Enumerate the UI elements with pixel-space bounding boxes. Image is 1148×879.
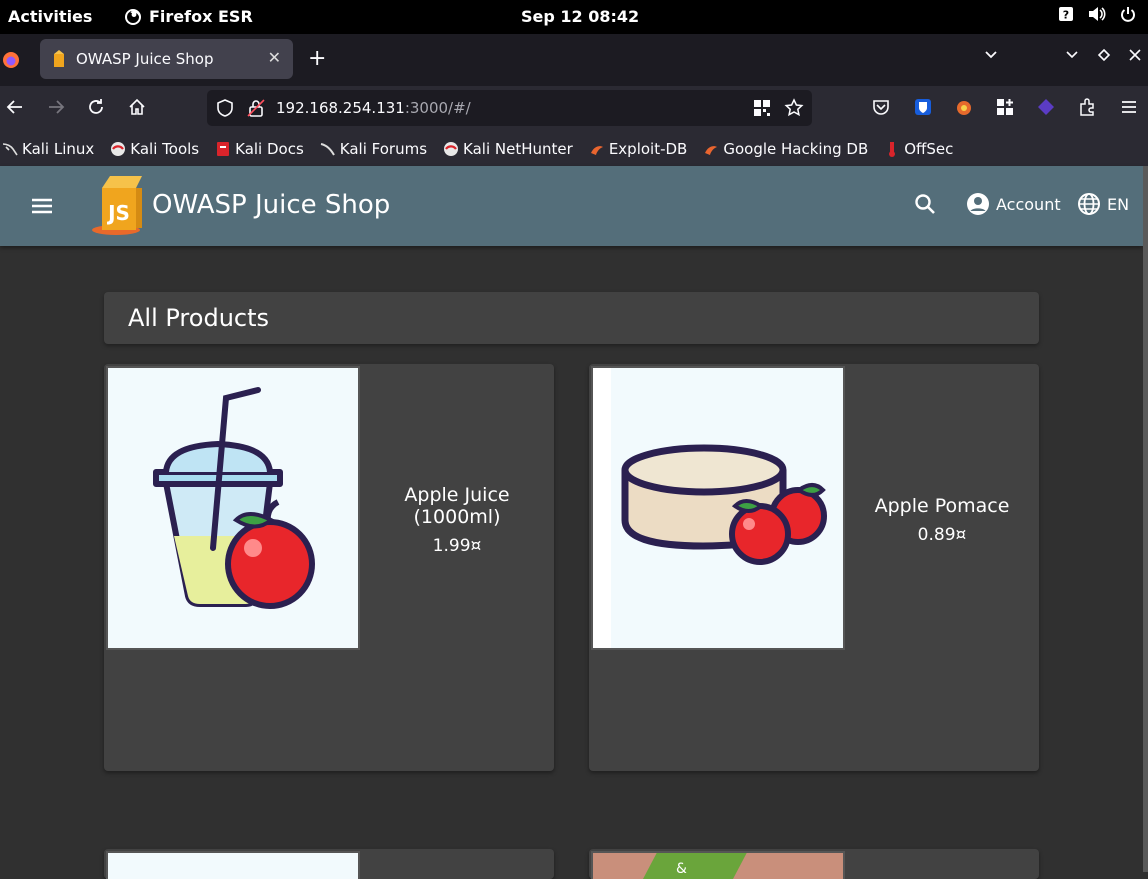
juice-shop-favicon <box>54 50 64 67</box>
language-label: EN <box>1107 194 1130 214</box>
extensions-puzzle-icon[interactable] <box>1078 98 1096 116</box>
product-image[interactable] <box>106 851 360 879</box>
extension-foxy-icon[interactable] <box>955 98 973 116</box>
product-name: Apple Juice (1000ml) <box>404 484 510 528</box>
firefox-icon <box>125 8 141 25</box>
reload-icon[interactable] <box>87 98 105 116</box>
section-title: All Products <box>128 304 270 332</box>
product-card-apple-pomace[interactable]: Apple Pomace 0.89¤ <box>589 364 1039 771</box>
close-window-icon[interactable] <box>1128 48 1142 62</box>
home-icon[interactable] <box>128 98 146 116</box>
hamburger-menu-icon[interactable] <box>1120 98 1138 116</box>
product-card-apple-juice[interactable]: Apple Juice (1000ml) 1.99¤ <box>104 364 554 771</box>
pocket-icon[interactable] <box>872 98 890 116</box>
language-button[interactable]: EN <box>1077 192 1129 216</box>
kali-nethunter-icon <box>444 142 459 156</box>
kali-docs-icon <box>217 142 230 156</box>
url-text: 192.168.254.131:3000/#/ <box>276 99 471 117</box>
ghdb-icon <box>705 146 718 155</box>
kali-tools-icon <box>111 142 126 156</box>
help-icon: ? <box>1059 7 1073 22</box>
exploit-db-icon <box>590 146 603 155</box>
bookmark-kali-tools[interactable]: Kali Tools <box>110 140 199 158</box>
svg-text:?: ? <box>1063 9 1069 22</box>
os-top-bar: Activities Firefox ESR Sep 12 08:42 ? <box>0 0 1148 34</box>
tab-juice-shop[interactable]: OWASP Juice Shop ✕ <box>40 39 293 79</box>
kali-dragon-icon <box>2 143 18 156</box>
apple-juice-image <box>108 368 358 648</box>
extension-purple-icon[interactable] <box>1037 98 1055 116</box>
extensions-grid-icon[interactable] <box>996 98 1014 116</box>
firefox-view-icon[interactable] <box>2 51 20 69</box>
product-price: 1.99¤ <box>432 536 482 556</box>
product-image[interactable] <box>591 366 845 650</box>
app-menu[interactable]: Firefox ESR <box>124 7 253 26</box>
new-tab-button[interactable]: + <box>308 46 326 71</box>
product-image[interactable] <box>106 366 360 650</box>
power-icon <box>1121 7 1135 22</box>
sold-out-ribbon-image: & <box>643 849 749 879</box>
maximize-icon[interactable] <box>1097 48 1111 62</box>
app-toolbar: JS OWASP Juice Shop Account EN <box>0 166 1143 246</box>
close-tab-icon[interactable]: ✕ <box>268 48 281 67</box>
navigation-bar: 192.168.254.131:3000/#/ <box>0 86 1148 132</box>
bookmark-kali-docs[interactable]: Kali Docs <box>215 140 304 158</box>
app-name: Firefox ESR <box>149 7 253 26</box>
kali-forums-icon <box>320 143 335 156</box>
bookmark-kali-forums[interactable]: Kali Forums <box>320 140 427 158</box>
app-title[interactable]: OWASP Juice Shop <box>152 190 390 220</box>
back-icon[interactable] <box>6 98 24 116</box>
volume-icon <box>1089 7 1106 21</box>
bookmark-kali-linux[interactable]: Kali Linux <box>2 140 94 158</box>
extension-bitwarden-icon[interactable] <box>914 98 932 116</box>
product-info: Apple Juice (1000ml) 1.99¤ <box>360 484 554 556</box>
product-price: 0.89¤ <box>917 525 967 545</box>
clock[interactable]: Sep 12 08:42 <box>521 7 639 26</box>
tab-strip: OWASP Juice Shop ✕ + <box>0 34 1148 86</box>
product-card-partial-1[interactable] <box>104 849 554 879</box>
account-button[interactable]: Account <box>966 192 1061 216</box>
scrollbar-edge[interactable] <box>1143 166 1148 872</box>
globe-icon <box>1078 193 1100 215</box>
url-bar[interactable]: 192.168.254.131:3000/#/ <box>207 90 812 126</box>
account-circle-icon <box>967 193 989 215</box>
svg-text:JS: JS <box>106 201 130 225</box>
minimize-icon[interactable] <box>1065 48 1079 62</box>
bookmark-google-hacking-db[interactable]: Google Hacking DB <box>703 140 868 158</box>
product-image[interactable]: & <box>591 849 845 879</box>
apple-pomace-image <box>593 368 843 648</box>
tab-title: OWASP Juice Shop <box>76 50 214 68</box>
activities-button[interactable]: Activities <box>8 7 92 26</box>
bookmark-offsec[interactable]: OffSec <box>884 140 953 158</box>
system-tray[interactable]: ? <box>1058 6 1136 22</box>
svg-text:&: & <box>676 861 687 877</box>
bookmark-star-icon[interactable] <box>784 98 804 118</box>
insecure-lock-icon[interactable] <box>247 99 265 117</box>
product-info: Apple Pomace 0.89¤ <box>845 495 1039 545</box>
bookmarks-toolbar: Kali Linux Kali Tools Kali Docs Kali For… <box>0 132 1148 166</box>
forward-icon[interactable] <box>47 98 65 116</box>
product-name: Apple Pomace <box>874 495 1010 517</box>
bookmark-exploit-db[interactable]: Exploit-DB <box>589 140 687 158</box>
sidenav-menu-icon[interactable] <box>30 194 54 218</box>
juice-shop-logo[interactable]: JS <box>90 174 146 236</box>
shield-icon[interactable] <box>216 99 234 117</box>
account-label: Account <box>996 194 1061 214</box>
product-card-partial-2[interactable]: & <box>589 849 1039 879</box>
bookmark-kali-nethunter[interactable]: Kali NetHunter <box>443 140 573 158</box>
search-icon[interactable] <box>914 193 936 215</box>
qr-code-icon[interactable] <box>753 99 771 117</box>
offsec-icon <box>889 142 896 157</box>
list-tabs-icon[interactable] <box>984 48 998 62</box>
all-products-header: All Products <box>104 292 1039 344</box>
